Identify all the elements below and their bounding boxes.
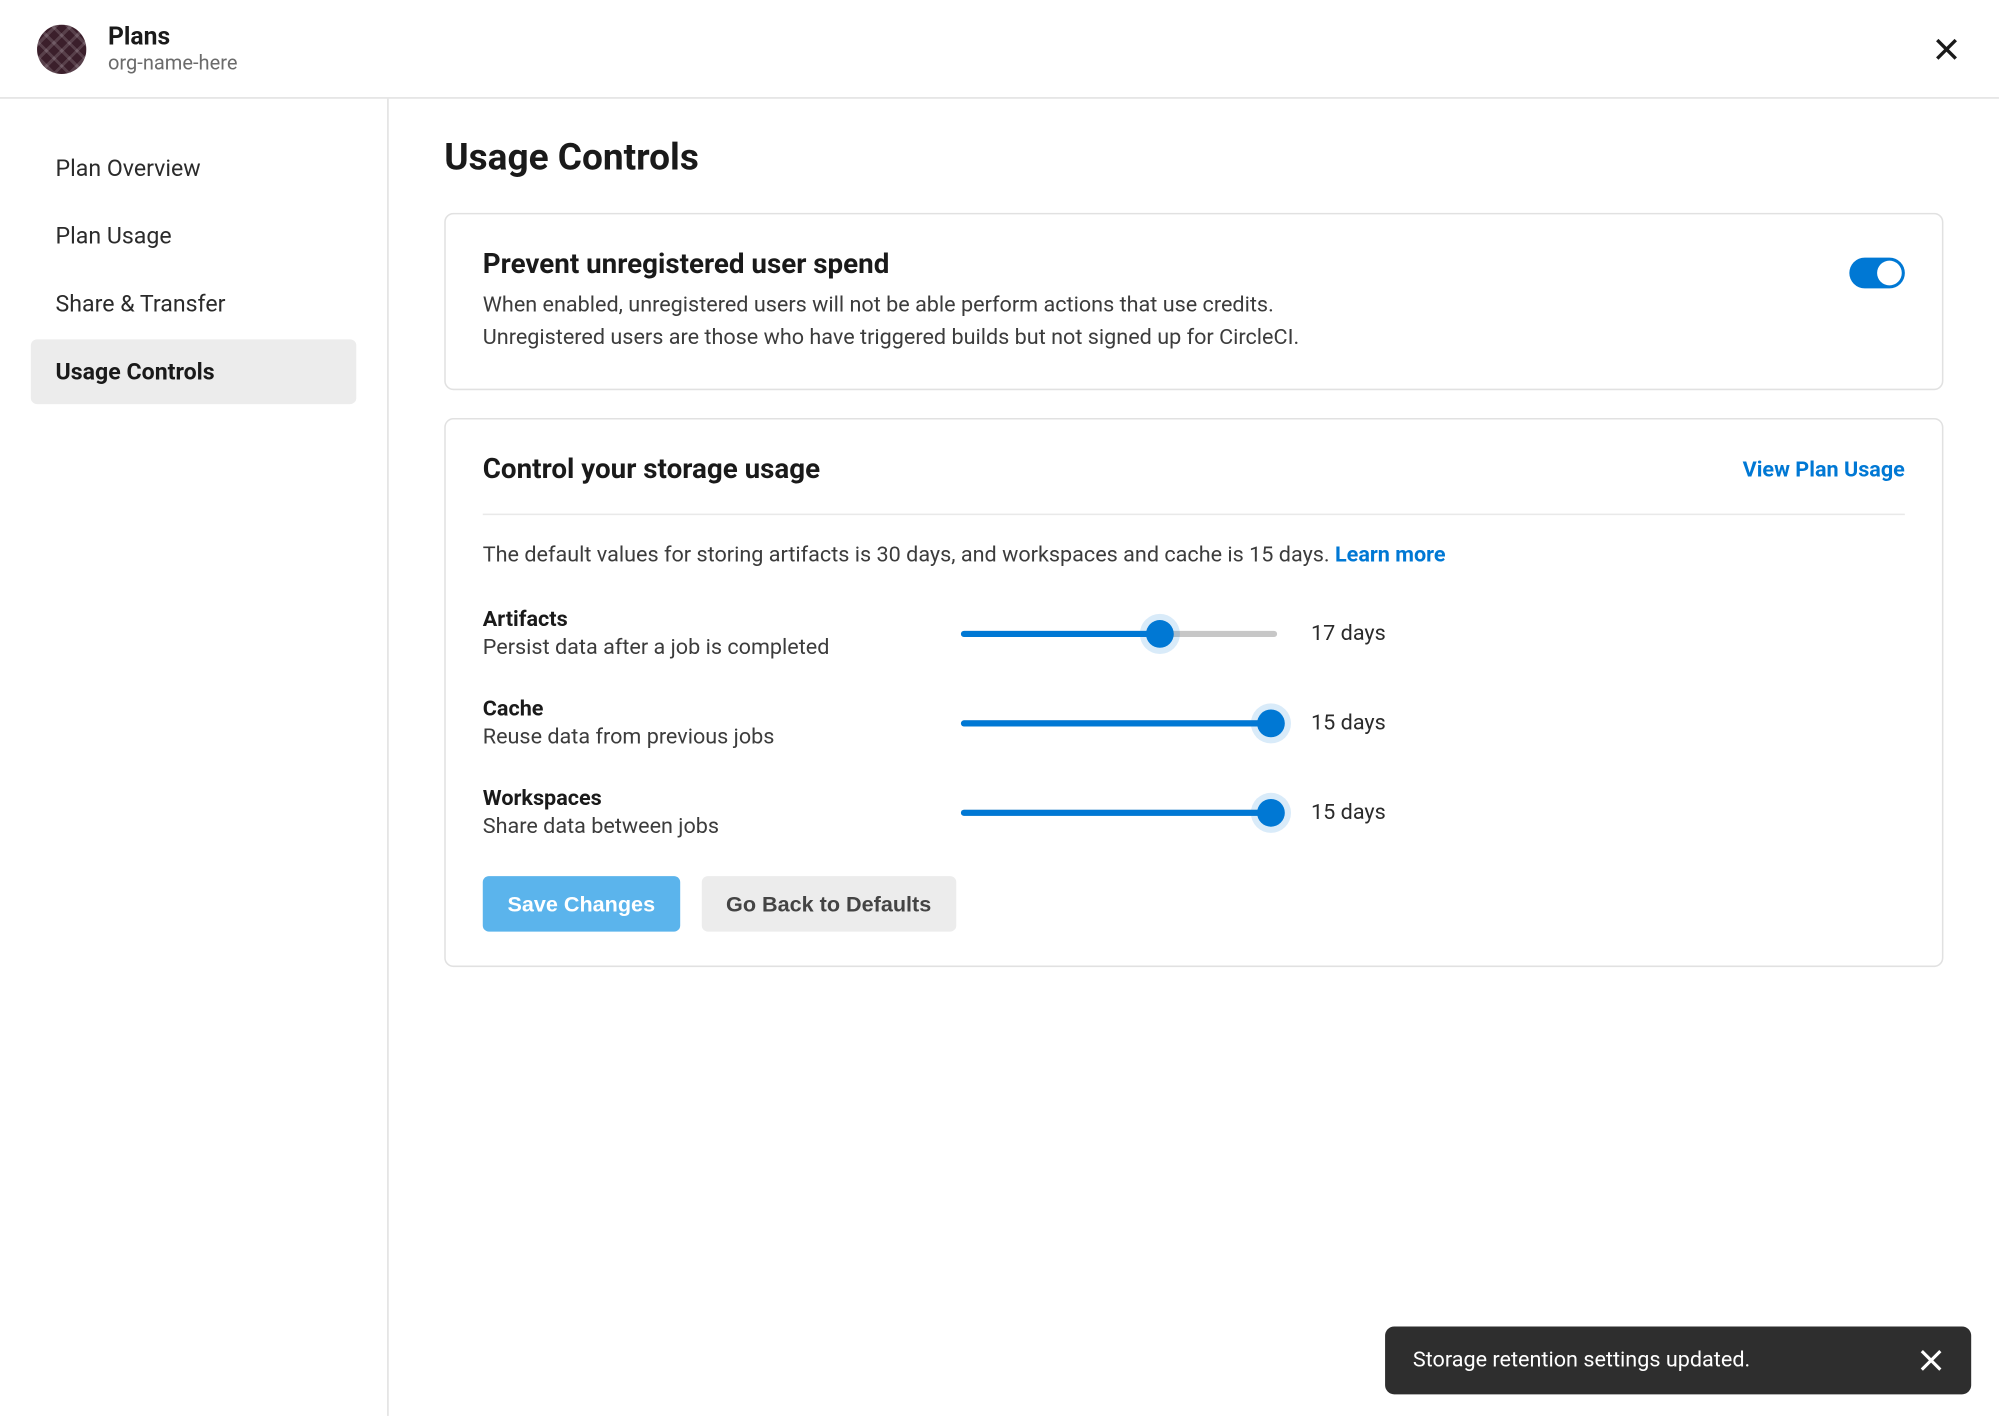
prevent-spend-title: Prevent unregistered user spend (483, 248, 1299, 280)
slider-name-artifacts: Artifacts (483, 608, 961, 633)
header-org-name: org-name-here (108, 52, 238, 75)
toast-close-button[interactable] (1919, 1348, 1944, 1373)
sidebar-item-usage-controls[interactable]: Usage Controls (31, 339, 356, 404)
slider-value-cache: 15 days (1311, 711, 1386, 736)
close-icon (1931, 33, 1962, 64)
slider-artifacts[interactable] (961, 619, 1277, 650)
slider-row-artifacts: Artifacts Persist data after a job is co… (483, 608, 1905, 660)
storage-desc-text: The default values for storing artifacts… (483, 543, 1335, 568)
page-title: Usage Controls (444, 136, 1943, 179)
go-back-defaults-button[interactable]: Go Back to Defaults (701, 876, 956, 932)
slider-name-cache: Cache (483, 697, 961, 722)
header-title-group: Plans org-name-here (108, 22, 238, 76)
slider-value-artifacts: 17 days (1311, 622, 1386, 647)
close-button[interactable] (1931, 33, 1962, 64)
slider-desc-artifacts: Persist data after a job is completed (483, 635, 961, 660)
sidebar-item-plan-usage[interactable]: Plan Usage (31, 204, 356, 269)
sidebar-item-share-transfer[interactable]: Share & Transfer (31, 271, 356, 336)
header: Plans org-name-here (0, 0, 1999, 99)
slider-row-workspaces: Workspaces Share data between jobs 15 da… (483, 787, 1905, 839)
learn-more-link[interactable]: Learn more (1335, 543, 1446, 568)
slider-row-cache: Cache Reuse data from previous jobs 15 d… (483, 697, 1905, 749)
prevent-spend-desc-1: When enabled, unregistered users will no… (483, 290, 1299, 322)
prevent-spend-toggle[interactable] (1849, 258, 1905, 289)
slider-value-workspaces: 15 days (1311, 801, 1386, 826)
slider-name-workspaces: Workspaces (483, 787, 961, 812)
divider (483, 514, 1905, 516)
slider-workspaces[interactable] (961, 797, 1277, 828)
main-content: Usage Controls Prevent unregistered user… (389, 99, 1999, 1416)
toast-message: Storage retention settings updated. (1413, 1348, 1750, 1373)
org-avatar[interactable] (37, 24, 86, 73)
save-changes-button[interactable]: Save Changes (483, 876, 680, 932)
prevent-spend-desc-2: Unregistered users are those who have tr… (483, 322, 1299, 354)
prevent-spend-card: Prevent unregistered user spend When ena… (444, 213, 1943, 390)
sidebar-item-plan-overview[interactable]: Plan Overview (31, 136, 356, 201)
close-icon (1919, 1348, 1944, 1373)
storage-card: Control your storage usage View Plan Usa… (444, 418, 1943, 967)
storage-title: Control your storage usage (483, 453, 820, 485)
slider-desc-cache: Reuse data from previous jobs (483, 725, 961, 750)
view-plan-usage-link[interactable]: View Plan Usage (1743, 457, 1905, 482)
slider-desc-workspaces: Share data between jobs (483, 814, 961, 839)
slider-cache[interactable] (961, 708, 1277, 739)
sidebar: Plan Overview Plan Usage Share & Transfe… (0, 99, 389, 1416)
header-title: Plans (108, 22, 238, 51)
toast: Storage retention settings updated. (1385, 1326, 1971, 1394)
storage-description: The default values for storing artifacts… (483, 543, 1905, 568)
